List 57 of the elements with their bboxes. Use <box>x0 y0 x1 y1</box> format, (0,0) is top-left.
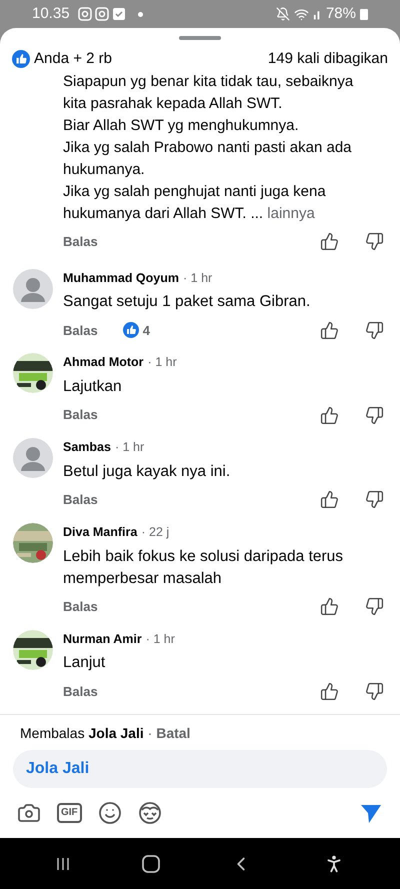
dislike-icon[interactable] <box>365 406 384 424</box>
recent-apps-icon[interactable] <box>55 856 72 872</box>
avatar-silhouette <box>13 438 53 478</box>
gif-button[interactable]: GIF <box>57 803 82 823</box>
like-reaction-icon <box>122 322 139 338</box>
sticker-icon[interactable] <box>138 801 162 825</box>
like-icon[interactable] <box>320 320 339 340</box>
comment-author[interactable]: Diva Manfira <box>63 522 138 542</box>
like-icon[interactable] <box>320 682 339 701</box>
emoji-icon[interactable] <box>98 801 122 825</box>
like-icon[interactable] <box>320 490 339 510</box>
like-icon[interactable] <box>320 232 339 251</box>
like-icon[interactable] <box>320 597 339 616</box>
comment-time: · 1 hr <box>183 270 212 286</box>
reply-button[interactable]: Balas <box>63 682 98 701</box>
comment-input-field[interactable]: Jola Jali <box>13 750 387 788</box>
comment-author[interactable]: Sambas <box>63 438 111 457</box>
comment-author[interactable]: Nurman Amir <box>63 630 142 648</box>
comment-text: Lebih baik fokus ke solusi daripada terus memperbesar masalah <box>63 546 344 588</box>
avatar-silhouette <box>13 268 53 308</box>
reply-button[interactable]: Balas <box>63 232 98 252</box>
reaction-count: 4 <box>142 322 150 340</box>
dislike-icon[interactable] <box>365 320 384 340</box>
wifi-icon <box>294 6 309 22</box>
mute-icon <box>276 7 290 21</box>
battery-percent: 78% <box>326 4 356 24</box>
reply-button[interactable]: Balas <box>63 596 98 616</box>
comment-text: Lajutkan <box>63 377 123 397</box>
notification-dot-icon <box>138 12 143 16</box>
reply-button[interactable]: Balas <box>63 490 98 510</box>
home-icon[interactable] <box>142 854 160 872</box>
status-time: 10.35 <box>32 4 70 24</box>
reaction-summary[interactable]: Anda + 2 rb <box>34 48 112 70</box>
like-icon[interactable] <box>320 406 339 424</box>
dislike-icon[interactable] <box>365 682 384 701</box>
comment-time: · 22 j <box>141 524 170 541</box>
comment-time: · 1 hr <box>148 354 177 372</box>
share-count[interactable]: 149 kali dibagikan <box>268 48 388 70</box>
camera-icon[interactable] <box>17 801 41 825</box>
dislike-icon[interactable] <box>365 490 384 510</box>
like-reaction-icon <box>12 50 30 68</box>
drag-handle[interactable] <box>179 36 221 40</box>
comment-text: Siapapun yg benar kita tidak tau, sebaiknya kita pasrahak kepada Allah SWT. Biar Allah SWT yg menghukumnya. Jika yg salah Prabowo nanti pasti akan ada hukumanya. Jika yg salah penghujat nanti juga kena hukumanya dari Allah SWT. ... lainnya <box>63 72 354 224</box>
reply-button[interactable]: Balas <box>63 320 98 340</box>
comment-text: Betul juga kayak nya ini. <box>63 462 232 482</box>
camera-app-icons <box>78 7 128 21</box>
comment-time: · 1 hr <box>146 630 175 648</box>
comment-text: Sangat setuju 1 paket sama Gibran. <box>63 292 312 312</box>
dislike-icon[interactable] <box>365 232 384 251</box>
comment-text: Lanjut <box>63 653 106 674</box>
battery-icon <box>360 8 368 20</box>
comment-time: · 1 hr <box>114 439 144 456</box>
reply-button[interactable]: Balas <box>63 405 98 425</box>
dislike-icon[interactable] <box>365 597 384 616</box>
comment-author[interactable]: Ahmad Motor <box>63 353 144 372</box>
comment-author[interactable]: Muhammad Qoyum <box>63 268 179 288</box>
replying-to-text: Membalas Jola Jali · Batal <box>20 724 192 743</box>
